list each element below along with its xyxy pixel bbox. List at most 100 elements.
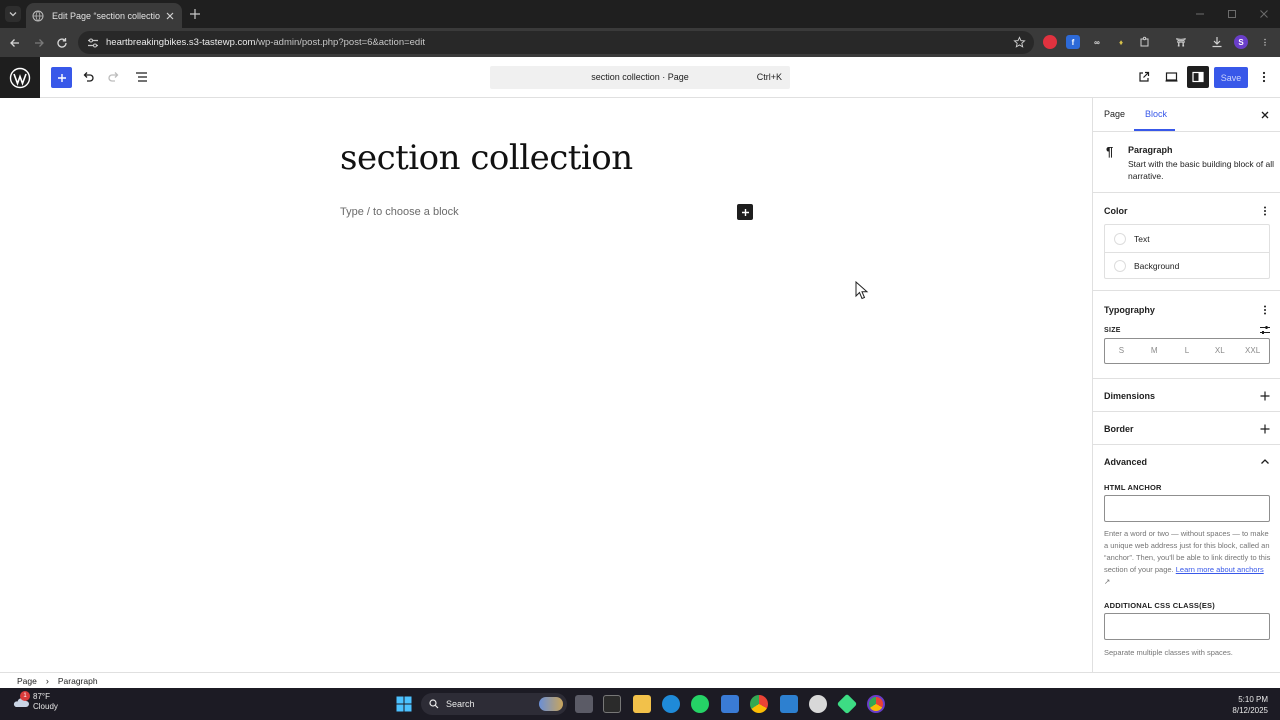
view-page-button[interactable] [1136,69,1152,85]
vscode-icon[interactable] [780,695,798,713]
color-panel: Color Text Background [1093,193,1280,291]
preview-button[interactable] [1163,69,1179,85]
more-vertical-icon[interactable] [1259,205,1271,217]
tab-page[interactable]: Page [1104,109,1125,119]
size-option-s[interactable]: S [1105,339,1138,363]
advanced-panel: Advanced HTML ANCHOR Enter a word or two… [1093,445,1280,672]
block-inserter-button[interactable] [51,67,72,88]
size-option-m[interactable]: M [1138,339,1171,363]
puzzle-icon [1140,36,1149,47]
dimensions-panel-title: Dimensions [1104,391,1156,401]
arrow-left-icon [10,39,19,47]
save-button[interactable]: Save [1214,67,1248,88]
task-view-icon[interactable] [575,695,593,713]
undo-button[interactable] [80,69,96,85]
sidebar-tabs: Page Block [1093,98,1280,132]
options-menu-button[interactable] [1256,69,1272,85]
system-clock[interactable]: 5:10 PM 8/12/2025 [1232,694,1268,716]
new-tab-icon[interactable] [188,7,202,21]
editor-header: section collection · Page Ctrl+K Save [0,57,1280,98]
close-icon[interactable] [164,10,176,22]
extension-red-icon[interactable] [1043,35,1057,49]
wordpress-logo-button[interactable] [0,57,40,98]
size-option-xxl[interactable]: XXL [1236,339,1269,363]
document-overview-button[interactable] [133,69,149,85]
desktop-icon [1165,72,1177,82]
download-icon [1212,37,1222,48]
command-palette-button[interactable]: section collection · Page Ctrl+K [490,66,790,89]
plus-icon[interactable] [1259,390,1271,402]
android-studio-icon[interactable] [836,693,858,715]
background-color-option[interactable]: Background [1105,252,1269,279]
editor-canvas[interactable]: section collection Type / to choose a bl… [0,98,1092,672]
size-option-xl[interactable]: XL [1203,339,1236,363]
taskbar-search[interactable]: Search [421,693,567,715]
start-button[interactable] [395,695,413,713]
shortcut-hint: Ctrl+K [756,72,782,82]
paragraph-placeholder[interactable]: Type / to choose a block [340,206,459,218]
size-label: SIZE [1104,327,1121,334]
maximize-button[interactable] [1216,0,1248,28]
block-card: ¶ Paragraph Start with the basic buildin… [1093,132,1280,193]
chrome-icon[interactable] [750,695,768,713]
advanced-panel-title[interactable]: Advanced [1104,457,1147,467]
plus-icon[interactable] [1259,423,1271,435]
edge-icon[interactable] [662,695,680,713]
browser-menu-icon[interactable]: ⋮ [1258,35,1272,49]
css-classes-input[interactable] [1104,613,1270,640]
downloads-icon[interactable] [1210,35,1224,49]
extension-link-icon[interactable]: ∞ [1090,35,1104,49]
learn-more-anchors-link[interactable]: Learn more about anchors [1176,565,1264,574]
minimize-button[interactable] [1184,0,1216,28]
more-vertical-icon[interactable] [1259,304,1271,316]
extension-bridge-icon[interactable]: ⛩ [1174,35,1188,49]
html-anchor-input[interactable] [1104,495,1270,522]
profile-avatar[interactable]: S [1234,35,1248,49]
reload-button[interactable] [53,34,71,52]
back-button[interactable] [6,34,24,52]
text-color-option[interactable]: Text [1105,225,1269,252]
mouse-cursor-icon [855,281,869,300]
font-size-picker: S M L XL XXL [1104,338,1270,364]
tab-block[interactable]: Block [1145,109,1167,119]
close-icon [1260,10,1268,18]
size-option-l[interactable]: L [1171,339,1204,363]
breadcrumb-paragraph[interactable]: Paragraph [58,676,98,686]
weather-widget[interactable]: 1 87°F Cloudy [12,691,58,712]
windows-taskbar: 1 87°F Cloudy Search 5:10 PM 8/12/2025 [0,688,1280,720]
forward-button[interactable] [30,34,48,52]
more-vertical-icon [1262,71,1266,83]
settings-sliders-icon[interactable] [1259,324,1271,336]
add-block-button[interactable] [737,204,753,220]
settings-sidebar: Page Block ¶ Paragraph Start with the ba… [1092,98,1280,672]
external-link-icon [1139,71,1150,82]
url-path: /wp-admin/post.php?post=6&action=edit [255,37,425,48]
post-title[interactable]: section collection [340,138,633,178]
terminal-icon[interactable] [603,695,621,713]
store-icon[interactable] [721,695,739,713]
chrome-profile-icon[interactable] [867,695,885,713]
dimensions-panel[interactable]: Dimensions [1093,379,1280,412]
address-bar[interactable]: heartbreakingbikes.s3-tastewp.com/wp-adm… [78,31,1034,54]
border-panel[interactable]: Border [1093,412,1280,445]
extension-blue-icon[interactable]: f [1066,35,1080,49]
breadcrumb-page[interactable]: Page [17,676,37,686]
tab-search-button[interactable] [5,6,21,22]
weather-badge: 1 [20,691,30,701]
extension-pin-icon[interactable]: ♦ [1114,35,1128,49]
chevron-up-icon[interactable] [1259,456,1271,468]
window-close-button[interactable] [1248,0,1280,28]
file-explorer-icon[interactable] [633,695,651,713]
wordpress-icon [9,67,31,88]
bookmark-star-icon[interactable] [1013,36,1026,49]
redo-button[interactable] [106,69,122,85]
windows-icon [396,696,412,712]
app-circle-icon[interactable] [809,695,827,713]
settings-toggle-button[interactable] [1187,66,1209,88]
browser-tab[interactable]: Edit Page “section collection” ‹ [26,3,182,28]
whatsapp-icon[interactable] [691,695,709,713]
extensions-puzzle-icon[interactable] [1138,35,1152,49]
close-icon[interactable] [1259,109,1271,121]
site-info-icon[interactable] [87,37,99,49]
paragraph-icon: ¶ [1106,144,1114,159]
